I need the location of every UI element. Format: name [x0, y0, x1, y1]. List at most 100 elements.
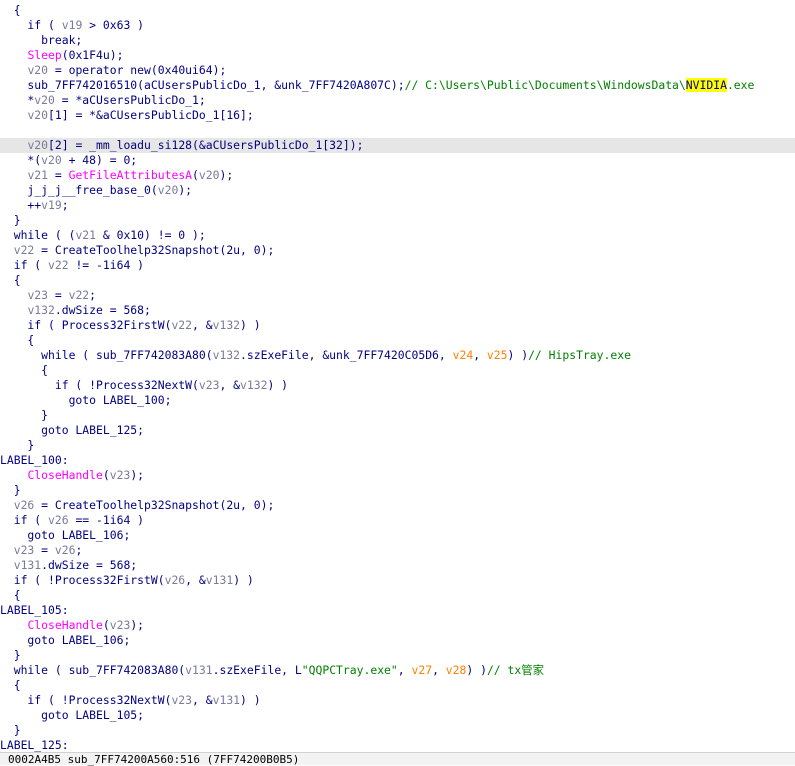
code-line[interactable]: v22 = CreateToolhelp32Snapshot(2u, 0); [0, 243, 795, 258]
code-line[interactable]: if ( v19 > 0x63 ) [0, 18, 795, 33]
code-text: ) ) [240, 693, 261, 707]
code-line[interactable]: goto LABEL_105; [0, 708, 795, 723]
variable[interactable]: v22 [14, 243, 35, 257]
code-line[interactable]: { [0, 273, 795, 288]
variable[interactable]: v26 [165, 573, 186, 587]
code-line[interactable]: if ( !Process32NextW(v23, &v131) ) [0, 693, 795, 708]
variable[interactable]: v132 [27, 303, 54, 317]
variable[interactable]: v131 [185, 663, 212, 677]
variable[interactable]: v20 [41, 153, 62, 167]
code-line[interactable]: Sleep(0x1F4u); [0, 48, 795, 63]
variable[interactable]: v21 [27, 168, 48, 182]
variable[interactable]: v26 [48, 513, 69, 527]
argument-variable[interactable]: v27 [412, 663, 433, 677]
code-line[interactable]: v21 = GetFileAttributesA(v20); [0, 168, 795, 183]
code-line[interactable]: j_j_j__free_base_0(v20); [0, 183, 795, 198]
code-line[interactable]: if ( Process32FirstW(v22, &v132) ) [0, 318, 795, 333]
variable[interactable]: v19 [62, 18, 83, 32]
variable[interactable]: v20 [27, 63, 48, 77]
variable[interactable]: v131 [206, 573, 233, 587]
import-call[interactable]: GetFileAttributesA [69, 168, 192, 182]
code-line[interactable]: ++v19; [0, 198, 795, 213]
code-line[interactable]: } [0, 438, 795, 453]
variable[interactable]: v20 [199, 168, 220, 182]
code-line[interactable]: v20[1] = *&aCUsersPublicDo_1[16]; [0, 108, 795, 123]
code-line[interactable]: } [0, 723, 795, 738]
import-call[interactable]: CloseHandle [27, 618, 102, 632]
variable[interactable]: v23 [110, 468, 131, 482]
code-line[interactable]: sub_7FF742016510(aCUsersPublicDo_1, &unk… [0, 78, 795, 93]
code-line[interactable]: { [0, 333, 795, 348]
variable[interactable]: v26 [55, 543, 76, 557]
variable[interactable]: v22 [69, 288, 90, 302]
goto-label-link[interactable]: goto LABEL_100; [0, 393, 172, 407]
code-line[interactable]: while ( (v21 & 0x10) != 0 ); [0, 228, 795, 243]
code-line[interactable]: LABEL_105: [0, 603, 795, 618]
variable[interactable]: v23 [199, 378, 220, 392]
variable[interactable]: v19 [41, 198, 62, 212]
argument-variable[interactable]: v25 [487, 348, 508, 362]
code-line[interactable]: { [0, 588, 795, 603]
variable[interactable]: v20 [34, 93, 55, 107]
variable[interactable]: v132 [240, 378, 267, 392]
code-line[interactable]: } [0, 483, 795, 498]
code-line[interactable]: if ( !Process32FirstW(v26, &v131) ) [0, 573, 795, 588]
code-line[interactable]: v23 = v26; [0, 543, 795, 558]
variable[interactable]: v20 [27, 108, 48, 122]
label[interactable]: LABEL_100: [0, 453, 69, 467]
code-line[interactable]: while ( sub_7FF742083A80(v131.szExeFile,… [0, 663, 795, 678]
code-line[interactable]: v132.dwSize = 568; [0, 303, 795, 318]
current-code-line[interactable]: v20[2] = _mm_loadu_si128(&aCUsersPublicD… [0, 138, 795, 153]
code-line[interactable]: CloseHandle(v23); [0, 468, 795, 483]
code-line[interactable]: break; [0, 33, 795, 48]
code-line[interactable]: *v20 = *aCUsersPublicDo_1; [0, 93, 795, 108]
code-line[interactable]: goto LABEL_100; [0, 393, 795, 408]
variable[interactable]: v23 [110, 618, 131, 632]
variable[interactable]: v20 [27, 138, 48, 152]
variable[interactable]: v131 [14, 558, 41, 572]
code-line[interactable]: { [0, 3, 795, 18]
code-line[interactable]: v131.dwSize = 568; [0, 558, 795, 573]
variable[interactable]: v26 [14, 498, 35, 512]
code-line[interactable]: } [0, 648, 795, 663]
variable[interactable]: v132 [213, 318, 240, 332]
goto-label-link[interactable]: goto LABEL_106; [0, 633, 130, 647]
variable[interactable]: v22 [48, 258, 69, 272]
goto-label-link[interactable]: goto LABEL_105; [0, 708, 144, 722]
code-line[interactable]: v26 = CreateToolhelp32Snapshot(2u, 0); [0, 498, 795, 513]
code-line[interactable]: } [0, 213, 795, 228]
code-line[interactable]: if ( v26 == -1i64 ) [0, 513, 795, 528]
code-line[interactable]: if ( v22 != -1i64 ) [0, 258, 795, 273]
code-line[interactable]: } [0, 408, 795, 423]
code-line[interactable]: LABEL_125: [0, 738, 795, 753]
variable[interactable]: v131 [213, 693, 240, 707]
import-call[interactable]: Sleep [27, 48, 61, 62]
variable[interactable]: v23 [27, 288, 48, 302]
code-line[interactable]: LABEL_100: [0, 453, 795, 468]
code-line[interactable]: { [0, 363, 795, 378]
code-line[interactable]: goto LABEL_106; [0, 528, 795, 543]
code-line[interactable]: goto LABEL_106; [0, 633, 795, 648]
code-line[interactable]: v20 = operator new(0x40ui64); [0, 63, 795, 78]
variable[interactable]: v22 [171, 318, 192, 332]
code-line[interactable]: if ( !Process32NextW(v23, &v132) ) [0, 378, 795, 393]
code-line[interactable]: { [0, 678, 795, 693]
variable[interactable]: v23 [171, 693, 192, 707]
label[interactable]: LABEL_105: [0, 603, 69, 617]
goto-label-link[interactable]: goto LABEL_106; [0, 528, 130, 542]
label[interactable]: LABEL_125: [0, 738, 69, 752]
variable[interactable]: v21 [75, 228, 96, 242]
code-line[interactable]: v23 = v22; [0, 288, 795, 303]
code-line[interactable]: *(v20 + 48) = 0; [0, 153, 795, 168]
import-call[interactable]: CloseHandle [27, 468, 102, 482]
code-line[interactable]: goto LABEL_125; [0, 423, 795, 438]
argument-variable[interactable]: v24 [453, 348, 474, 362]
code-line[interactable]: CloseHandle(v23); [0, 618, 795, 633]
code-line[interactable]: while ( sub_7FF742083A80(v132.szExeFile,… [0, 348, 795, 363]
variable[interactable]: v132 [213, 348, 240, 362]
goto-label-link[interactable]: goto LABEL_125; [0, 423, 144, 437]
variable[interactable]: v23 [14, 543, 35, 557]
variable[interactable]: v20 [158, 183, 179, 197]
code-text: ); [130, 468, 145, 482]
argument-variable[interactable]: v28 [446, 663, 467, 677]
